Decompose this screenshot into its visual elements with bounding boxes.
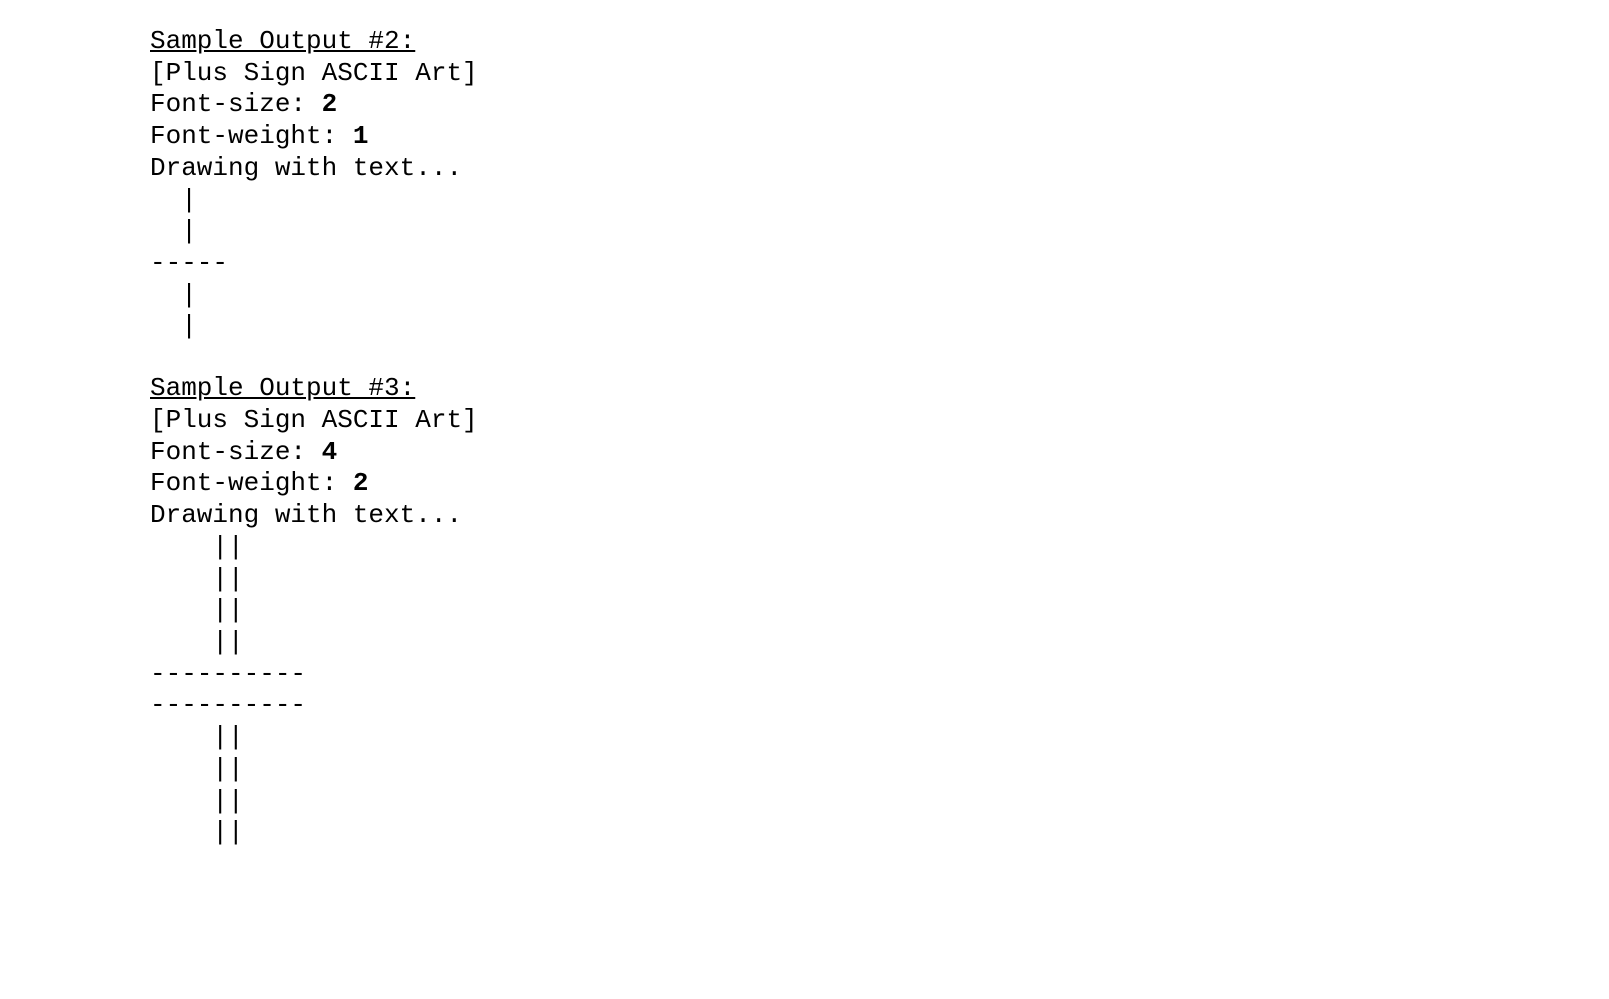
font-weight-label: Font-weight: (150, 121, 353, 151)
font-size-line-3: Font-size: 4 (150, 437, 1569, 469)
ascii-art-3: || || || || ---------- ---------- || || … (150, 532, 1569, 849)
font-weight-label: Font-weight: (150, 468, 353, 498)
font-weight-line-3: Font-weight: 2 (150, 468, 1569, 500)
font-weight-value: 2 (353, 468, 369, 498)
sample-output-3: Sample Output #3: [Plus Sign ASCII Art] … (150, 373, 1569, 849)
sample-heading-2: Sample Output #2: (150, 26, 1569, 58)
document-page: Sample Output #2: [Plus Sign ASCII Art] … (0, 0, 1609, 849)
ascii-art-title-3: [Plus Sign ASCII Art] (150, 405, 1569, 437)
ascii-art-2: | | ----- | | (150, 185, 1569, 344)
font-size-value: 4 (322, 437, 338, 467)
ascii-art-title-2: [Plus Sign ASCII Art] (150, 58, 1569, 90)
sample-output-2: Sample Output #2: [Plus Sign ASCII Art] … (150, 26, 1569, 343)
font-size-line-2: Font-size: 2 (150, 89, 1569, 121)
font-size-label: Font-size: (150, 89, 322, 119)
sample-heading-3: Sample Output #3: (150, 373, 1569, 405)
drawing-label-2: Drawing with text... (150, 153, 1569, 185)
font-weight-value: 1 (353, 121, 369, 151)
font-size-value: 2 (322, 89, 338, 119)
font-weight-line-2: Font-weight: 1 (150, 121, 1569, 153)
drawing-label-3: Drawing with text... (150, 500, 1569, 532)
font-size-label: Font-size: (150, 437, 322, 467)
